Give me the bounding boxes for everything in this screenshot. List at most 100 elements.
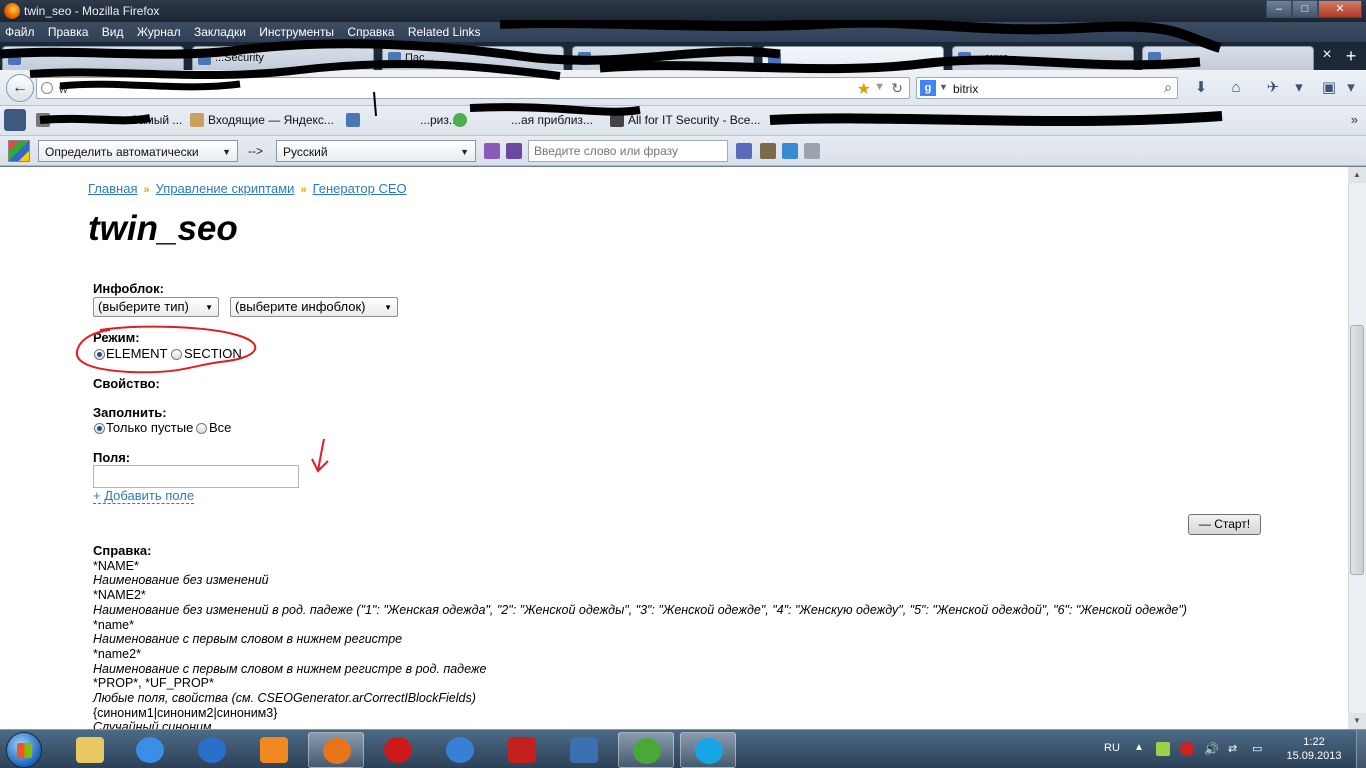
back-button[interactable]: ← — [6, 74, 34, 102]
home-icon[interactable]: ⌂ — [1227, 79, 1245, 97]
search-icon[interactable]: ⌕ — [1164, 79, 1172, 96]
iblock-type-select[interactable]: (выберите тип) ▼ — [93, 297, 219, 317]
add-field-link[interactable]: + Добавить поле — [93, 489, 195, 504]
iblock-select[interactable]: (выберите инфоблок) ▼ — [230, 297, 398, 317]
browser-tab[interactable]: ...ение — [952, 46, 1134, 70]
tray-expand-icon[interactable]: ▲ — [1134, 742, 1144, 753]
page-content: Главная » Управление скриптами » Генератор С… — [0, 167, 1348, 731]
fill-all-label[interactable]: Все — [209, 420, 231, 435]
search-bar[interactable]: g ▼ bitrix ⌕ — [916, 77, 1178, 99]
dictionary-icon[interactable] — [506, 143, 522, 159]
taskbar-app-lightning[interactable] — [184, 732, 240, 768]
language-indicator[interactable]: RU — [1104, 742, 1120, 754]
extension-icon[interactable]: ▣ — [1320, 79, 1338, 97]
taskbar-app-utorrent[interactable] — [618, 732, 674, 768]
taskbar-app-explorer[interactable] — [62, 732, 118, 768]
bookmarks-menu-icon[interactable] — [4, 109, 30, 131]
addon-icon[interactable]: ✈ — [1264, 79, 1282, 97]
bookmark-item[interactable]: All for IT Security - Все... — [610, 113, 760, 127]
maximize-button[interactable]: □ — [1292, 0, 1318, 18]
translate-page-icon[interactable] — [484, 143, 500, 159]
minimize-button[interactable]: – — [1266, 0, 1292, 18]
mode-section-radio[interactable] — [171, 349, 182, 360]
network-icon[interactable]: ⇄ — [1228, 742, 1242, 756]
scroll-up-icon[interactable]: ▲ — [1348, 167, 1366, 183]
bookmark-item[interactable]: Входящие — Яндекс... — [190, 113, 334, 127]
tray-app-icon[interactable] — [1156, 742, 1170, 756]
scrollbar-thumb[interactable] — [1350, 325, 1364, 575]
google-engine-icon[interactable]: g — [920, 80, 936, 96]
show-desktop-button[interactable] — [1356, 730, 1366, 768]
browser-tab-active[interactable] — [762, 46, 944, 70]
breadcrumb-home-link[interactable]: Главная — [88, 181, 137, 196]
system-clock[interactable]: 1:22 15.09.2013 — [1282, 735, 1346, 763]
bookmark-item[interactable]: ...ая приблиз... — [453, 113, 593, 127]
field-input[interactable] — [93, 465, 299, 488]
fill-empty-radio[interactable] — [94, 423, 105, 434]
menu-bookmarks[interactable]: Закладки — [189, 22, 251, 42]
browser-tab[interactable]: Пас... — [382, 46, 564, 70]
taskbar-app-opera[interactable] — [370, 732, 426, 768]
taskbar-app-filezilla[interactable] — [494, 732, 550, 768]
addon-dropdown-icon[interactable]: ▾ — [1290, 79, 1308, 97]
tab-favicon-icon — [388, 52, 401, 65]
help-code: *NAME* — [93, 558, 139, 573]
taskbar-app-media[interactable] — [246, 732, 302, 768]
start-button[interactable]: — Старт! — [1188, 514, 1261, 535]
menu-related-links[interactable]: Related Links — [403, 22, 486, 42]
clipboard-icon[interactable] — [760, 143, 776, 159]
mode-element-radio[interactable] — [94, 349, 105, 360]
power-icon[interactable]: ▭ — [1252, 742, 1266, 756]
browser-tab[interactable] — [1142, 46, 1314, 70]
help-code: *name* — [93, 617, 134, 632]
engine-dropdown-icon[interactable]: ▼ — [939, 82, 948, 92]
translate-phrase-input[interactable] — [528, 140, 728, 162]
menu-file[interactable]: Файл — [0, 22, 40, 42]
translator-logo-icon[interactable] — [8, 140, 30, 162]
menu-tools[interactable]: Инструменты — [254, 22, 339, 42]
close-button[interactable]: ✕ — [1318, 0, 1362, 18]
reload-icon[interactable]: ↻ — [891, 80, 903, 97]
browser-tab[interactable]: ...Security — [192, 46, 374, 70]
taskbar-app-skype[interactable] — [680, 732, 736, 768]
menu-help[interactable]: Справка — [342, 22, 399, 42]
volume-icon[interactable]: 🔊 — [1204, 742, 1219, 756]
bookmark-item[interactable]: Самый ... — [36, 113, 182, 127]
breadcrumb-seo-generator-link[interactable]: Генератор СЕО — [313, 181, 407, 196]
settings-icon[interactable] — [782, 143, 798, 159]
browser-tab[interactable] — [2, 46, 184, 70]
internet-explorer-icon — [136, 737, 164, 763]
taskbar-app-internet-explorer[interactable] — [122, 732, 178, 768]
downloads-icon[interactable]: ⬇ — [1192, 79, 1210, 97]
bookmark-item[interactable]: ...риз... — [346, 113, 459, 127]
site-identity-icon[interactable] — [41, 82, 53, 94]
menu-view[interactable]: Вид — [97, 22, 129, 42]
breadcrumb-separator: » — [300, 184, 307, 196]
menu-dropdown-icon[interactable]: ▾ — [1342, 79, 1360, 97]
start-button[interactable] — [6, 732, 42, 768]
menu-history[interactable]: Журнал — [132, 22, 186, 42]
taskbar-app-firefox[interactable] — [308, 732, 364, 768]
tab-close-icon[interactable]: × — [1318, 46, 1336, 64]
breadcrumb-scripts-link[interactable]: Управление скриптами — [156, 181, 295, 196]
scroll-down-icon[interactable]: ▼ — [1348, 713, 1366, 729]
fill-all-radio[interactable] — [196, 423, 207, 434]
new-tab-button[interactable]: + — [1340, 46, 1362, 68]
taskbar-app-mail[interactable] — [432, 732, 488, 768]
bookmark-star-icon[interactable]: ★ — [857, 79, 871, 99]
url-history-dropdown-icon[interactable]: ▼ — [874, 81, 885, 93]
source-language-select[interactable]: Определить автоматически ▼ — [38, 140, 238, 162]
gear-icon[interactable] — [804, 143, 820, 159]
url-bar[interactable]: w ★ ▼ ↻ — [36, 77, 910, 99]
browser-tab[interactable] — [572, 46, 754, 70]
tray-antivirus-icon[interactable] — [1180, 742, 1194, 756]
mode-element-label[interactable]: ELEMENT — [106, 346, 167, 361]
translate-icon[interactable] — [736, 143, 752, 159]
mode-section-label[interactable]: SECTION — [184, 346, 242, 361]
fill-empty-label[interactable]: Только пустые — [106, 420, 193, 435]
search-input[interactable]: bitrix — [953, 82, 978, 96]
target-language-select[interactable]: Русский ▼ — [276, 140, 476, 162]
menu-edit[interactable]: Правка — [43, 22, 94, 42]
bookmarks-overflow-icon[interactable]: » — [1351, 112, 1358, 127]
taskbar-app-sublime[interactable] — [556, 732, 612, 768]
